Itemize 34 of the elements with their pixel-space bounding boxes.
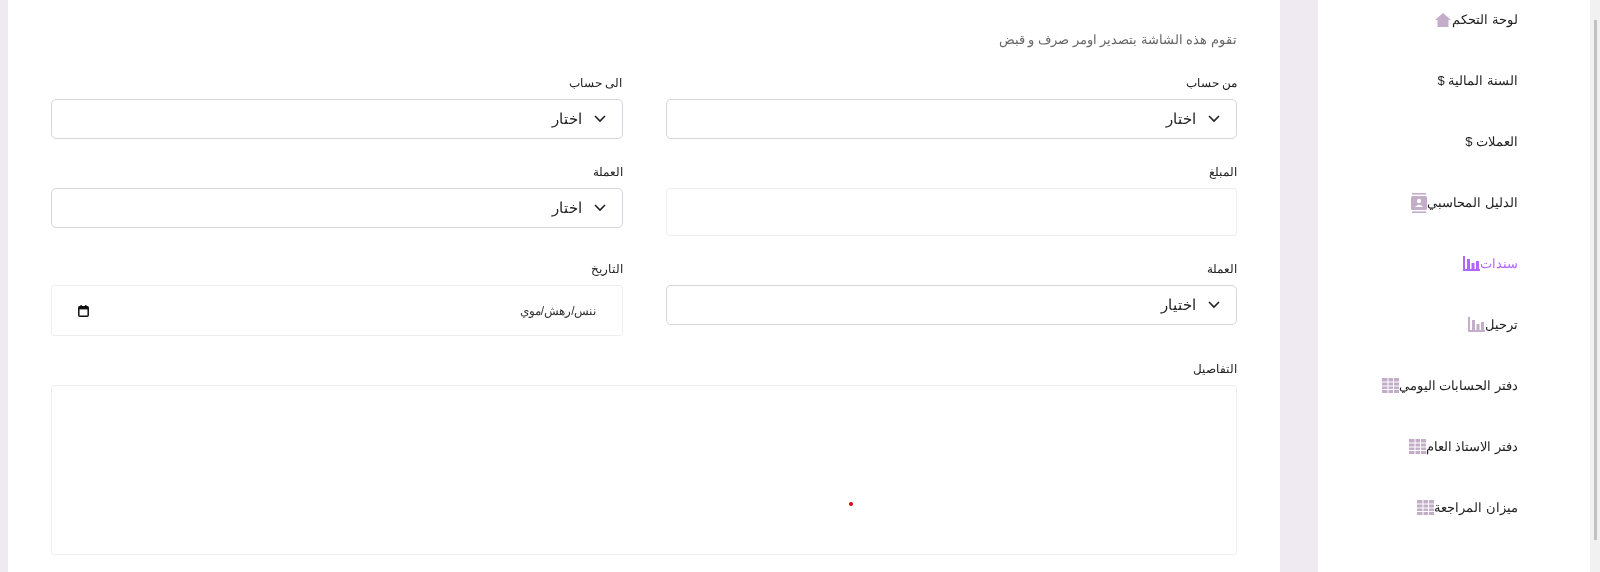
sidebar-item[interactable]: لوحة التحكم [1318,10,1518,30]
field-label: التفاصيل [1192,361,1237,376]
field-label: الى حساب [568,75,623,90]
field-label: التاريخ [589,261,623,276]
sidebar-item[interactable]: دفتر الاستاذ العام [1318,416,1518,477]
chevron-down-icon [1208,301,1220,309]
contact-card-icon [1411,192,1428,213]
sidebar-item[interactable]: الدليل المحاسبي [1318,172,1518,233]
field-label: العملة [591,164,623,179]
chevron-down-icon [593,115,606,123]
chevron-down-icon [1208,115,1220,123]
select-field[interactable]: اختار [665,99,1237,139]
bar-chart-icon [1468,317,1485,332]
calendar-icon [78,304,89,317]
table-icon [1408,439,1426,454]
field-label: من حساب [1184,75,1237,90]
sidebar-item[interactable]: ميزان المراجعة [1318,477,1518,538]
sidebar-item[interactable]: دفتر الحسابات اليومي [1318,355,1518,416]
page-description: تقوم هذه الشاشة بتصدير اومر صرف و قبض [997,31,1237,48]
select-field[interactable]: اختيار [665,285,1237,325]
sidebar-item[interactable]: العملات $ [1318,111,1518,172]
date-input[interactable]: ننس/رهش/موي [51,285,623,336]
select-field[interactable]: اختار [51,188,623,228]
select-field[interactable]: اختار [51,99,623,139]
field-label: المبلغ [1208,164,1237,179]
field-label: العملة [1206,261,1237,276]
table-icon [1417,500,1435,515]
chevron-down-icon [593,204,606,212]
sidebar-item[interactable]: السنة المالية $ [1318,50,1518,111]
bar-chart-icon [1463,256,1480,271]
home-icon [1434,12,1453,28]
sidebar-item[interactable]: ترحيل [1318,294,1518,355]
details-textarea[interactable] [51,385,1237,555]
table-icon [1381,378,1399,393]
